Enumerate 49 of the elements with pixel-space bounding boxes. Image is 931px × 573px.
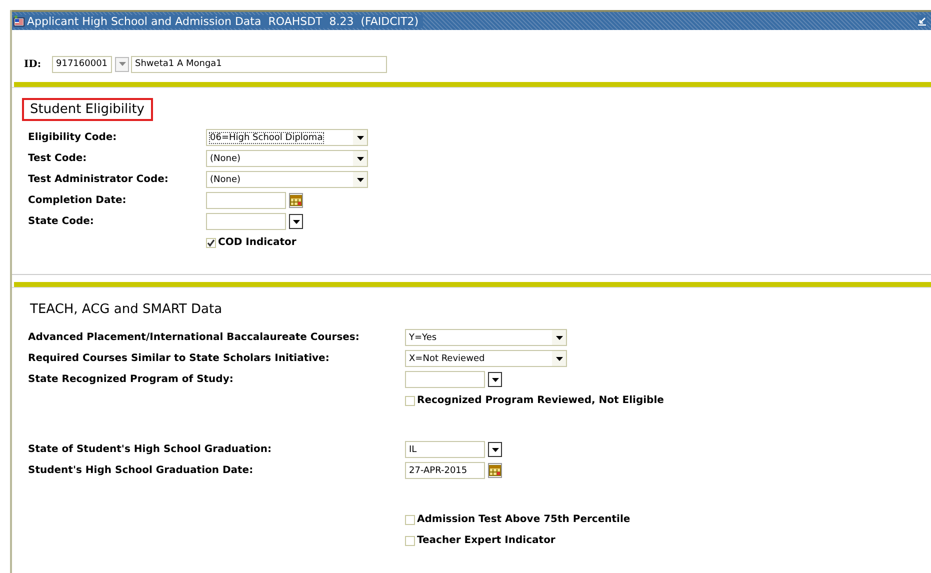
- text-field[interactable]: [405, 371, 485, 388]
- caret-icon: [118, 62, 126, 66]
- caret-icon: [356, 178, 364, 182]
- dropdown-field[interactable]: X=Not Reviewed: [405, 350, 567, 367]
- field-label: Eligibility Code:: [28, 132, 118, 143]
- checkbox-label: Recognized Program Reviewed, Not Eligible: [417, 395, 664, 406]
- field-label: Test Administrator Code:: [28, 174, 170, 185]
- caret-icon: [292, 220, 300, 224]
- field-label: Student's High School Graduation Date:: [28, 465, 254, 476]
- field-label: State Recognized Program of Study:: [28, 374, 234, 385]
- window-title: Applicant High School and Admission Data ROAHSDT 8.23 (FAIDCIT2): [27, 14, 419, 28]
- dropdown-field[interactable]: 06=High School Diploma: [206, 129, 368, 146]
- checkbox-label: COD Indicator: [218, 237, 296, 248]
- checkbox[interactable]: [206, 238, 216, 248]
- field-label: State Code:: [28, 216, 95, 227]
- field-label: Advanced Placement/International Baccalaureate Courses:: [28, 332, 360, 343]
- calendar-button[interactable]: [488, 463, 502, 478]
- text-field[interactable]: IL: [405, 441, 485, 458]
- app-icon: [13, 15, 25, 27]
- field-label: Test Code:: [28, 153, 88, 164]
- id-label: ID:: [24, 58, 42, 70]
- checkbox-label: Admission Test Above 75th Percentile: [417, 514, 630, 525]
- date-field[interactable]: [206, 192, 286, 209]
- dropdown-field[interactable]: Y=Yes: [405, 329, 567, 346]
- id-field[interactable]: 917160001: [52, 56, 112, 72]
- calendar-icon: [290, 195, 302, 206]
- text-field[interactable]: [206, 213, 286, 230]
- caret-icon: [356, 136, 364, 140]
- caret-icon: [556, 356, 562, 360]
- calendar-icon: [489, 465, 501, 476]
- restore-icon[interactable]: [917, 15, 927, 27]
- lookup-button[interactable]: [488, 372, 502, 387]
- field-label: Completion Date:: [28, 195, 128, 206]
- dropdown-field[interactable]: (None): [206, 171, 368, 188]
- name-field[interactable]: Shweta1 A Monga1: [131, 56, 387, 72]
- calendar-button[interactable]: [289, 193, 303, 208]
- caret-icon: [492, 378, 498, 382]
- checkbox-label: Teacher Expert Indicator: [417, 535, 556, 546]
- field-label: State of Student's High School Graduation:: [28, 444, 272, 455]
- caret-icon: [492, 448, 498, 452]
- section-heading: TEACH, ACG and SMART Data: [29, 301, 224, 319]
- date-field[interactable]: 27-APR-2015: [405, 462, 485, 479]
- caret-icon: [556, 336, 562, 340]
- caret-icon: [356, 156, 364, 160]
- field-label: Required Courses Similar to State Scholars Initiative:: [28, 353, 330, 364]
- section-heading: Student Eligibility: [22, 98, 152, 121]
- dropdown-field[interactable]: (None): [206, 150, 368, 167]
- lookup-button[interactable]: [289, 214, 303, 229]
- lookup-button[interactable]: [488, 442, 502, 457]
